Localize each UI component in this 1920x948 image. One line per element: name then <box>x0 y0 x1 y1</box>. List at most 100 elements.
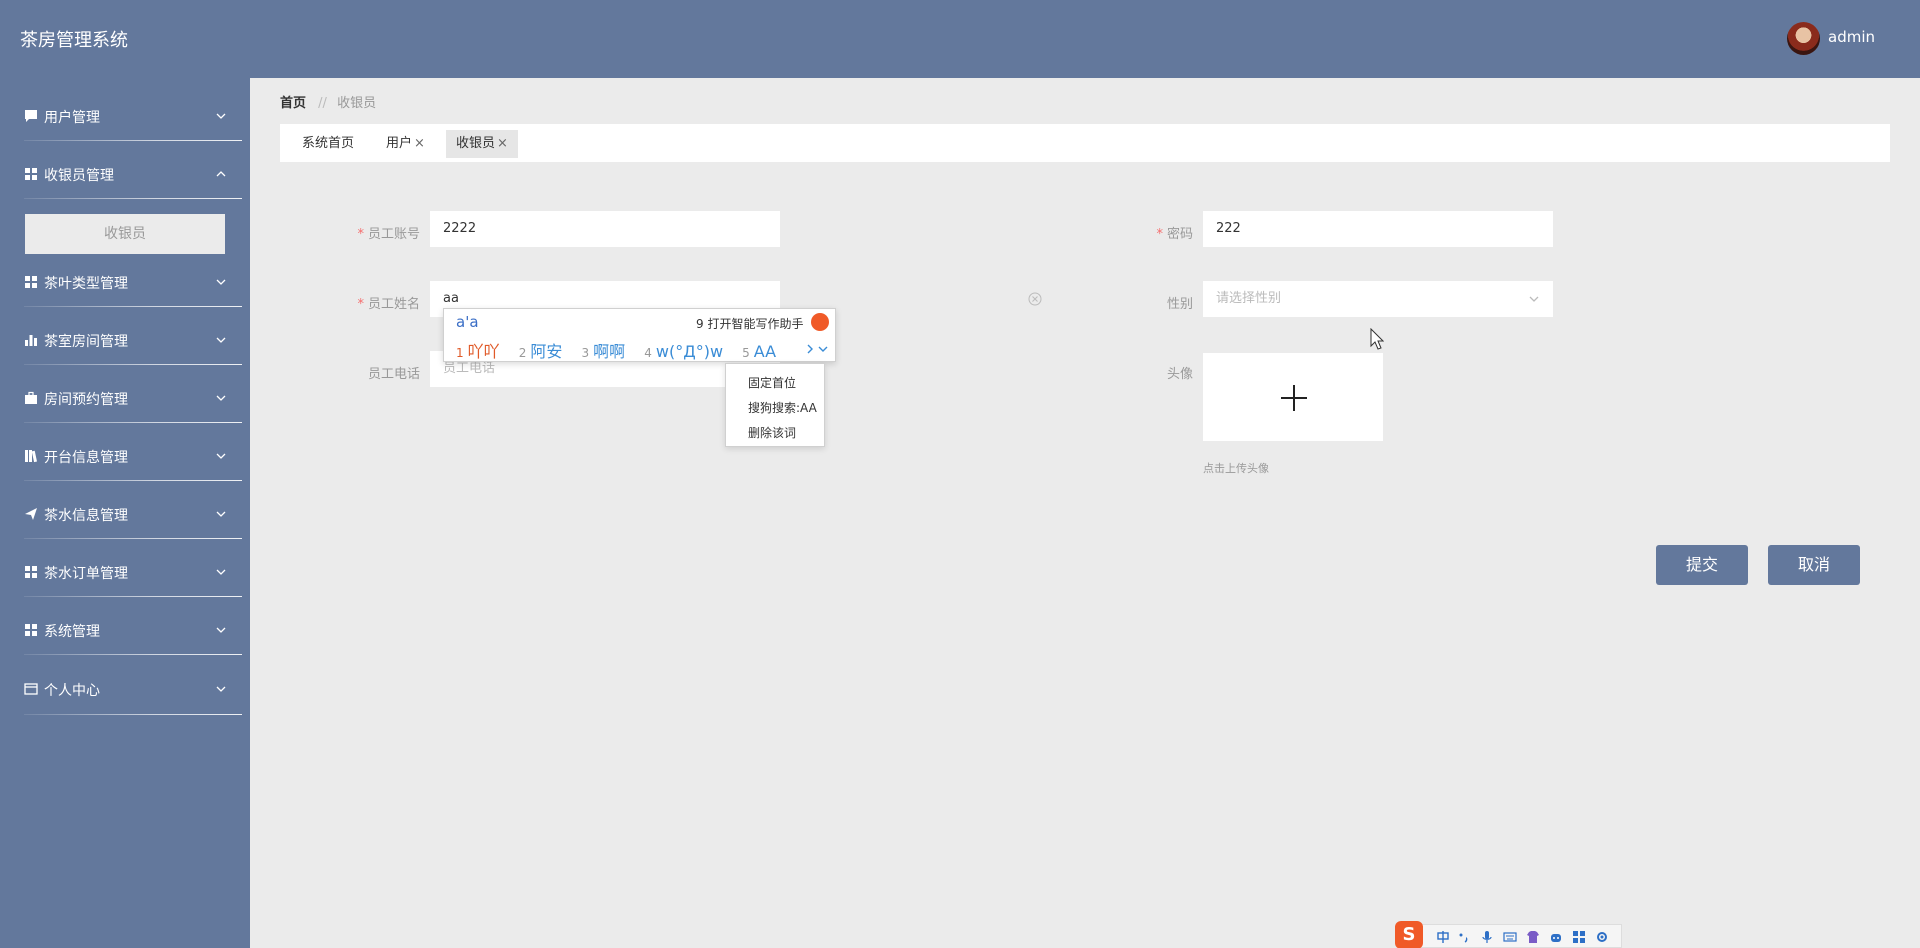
grid-icon <box>25 624 37 636</box>
divider <box>24 480 242 481</box>
books-icon <box>25 450 37 463</box>
close-icon[interactable]: × <box>414 136 425 151</box>
sidebar-item-label: 个人中心 <box>44 683 100 699</box>
divider <box>24 596 242 597</box>
briefcase-icon <box>25 391 37 404</box>
password-input[interactable]: 222 <box>1203 211 1553 247</box>
assistant-icon[interactable] <box>811 313 829 331</box>
ime-candidate[interactable]: 3 啊啊 <box>582 342 626 361</box>
top-header: 茶房管理系统 admin <box>0 0 1920 78</box>
keyboard-icon[interactable] <box>1503 930 1517 944</box>
chinese-mode-icon[interactable] <box>1436 930 1450 944</box>
sidebar-item-tea-type-management[interactable]: 茶叶类型管理 <box>0 262 250 302</box>
robot-icon[interactable] <box>1549 930 1563 944</box>
username[interactable]: admin <box>1828 28 1875 46</box>
sidebar-item-label: 茶室房间管理 <box>44 334 128 350</box>
chevron-down-icon <box>216 453 226 459</box>
microphone-icon[interactable] <box>1480 930 1494 944</box>
breadcrumb-separator: // <box>318 96 327 111</box>
divider <box>24 364 242 365</box>
sidebar-item-personal-center[interactable]: 个人中心 <box>0 669 250 709</box>
sidebar-item-tea-room-management[interactable]: 茶室房间管理 <box>0 320 250 360</box>
clear-icon[interactable] <box>1028 292 1042 306</box>
chevron-down-icon <box>216 113 226 119</box>
skin-icon[interactable] <box>1526 930 1540 944</box>
send-icon <box>25 508 37 520</box>
divider <box>24 422 242 423</box>
sidebar: 用户管理 收银员管理 收银员 茶叶类型管理 茶室房间管理 房间预约管理 开台信息… <box>0 78 250 948</box>
chevron-down-icon <box>216 686 226 692</box>
context-menu-item[interactable]: 搜狗搜索:AA <box>748 399 817 416</box>
avatar-upload[interactable] <box>1203 353 1383 441</box>
sidebar-item-table-info-management[interactable]: 开台信息管理 <box>0 436 250 476</box>
sidebar-item-system-management[interactable]: 系统管理 <box>0 610 250 650</box>
sidebar-item-user-management[interactable]: 用户管理 <box>0 96 250 136</box>
sidebar-subitem-cashier[interactable]: 收银员 <box>25 214 225 254</box>
plus-icon <box>1281 385 1307 411</box>
ime-candidate[interactable]: 5 AA <box>742 342 776 361</box>
grid-icon <box>25 566 37 578</box>
sidebar-item-cashier-management[interactable]: 收银员管理 <box>0 154 250 194</box>
sidebar-item-drink-info-management[interactable]: 茶水信息管理 <box>0 494 250 534</box>
ime-composition: a'a <box>456 313 479 331</box>
ime-candidate[interactable]: 1 吖吖 <box>456 342 500 361</box>
card-icon <box>24 683 38 695</box>
sidebar-item-label: 系统管理 <box>44 624 100 640</box>
grid-icon <box>25 276 37 288</box>
sidebar-item-label: 收银员管理 <box>44 168 114 184</box>
tab-user[interactable]: 用户 × <box>376 130 435 158</box>
phone-label: 员工电话 <box>367 367 420 382</box>
submit-button[interactable]: 提交 <box>1656 545 1748 585</box>
chevron-down-icon <box>216 627 226 633</box>
account-input[interactable]: 2222 <box>430 211 780 247</box>
chevron-down-icon <box>216 569 226 575</box>
punctuation-icon[interactable] <box>1457 930 1471 944</box>
sidebar-item-label: 茶水订单管理 <box>44 566 128 582</box>
ime-context-menu: 固定首位 搜狗搜索:AA 删除该词 <box>725 363 825 447</box>
password-label: * 密码 <box>1156 227 1193 242</box>
gender-select[interactable]: 请选择性别 <box>1203 281 1553 317</box>
toolbox-icon[interactable] <box>1572 930 1586 944</box>
tab-cashier[interactable]: 收银员 × <box>446 130 518 158</box>
sidebar-item-label: 用户管理 <box>44 110 100 126</box>
sidebar-item-label: 茶水信息管理 <box>44 508 128 524</box>
mouse-cursor-icon <box>1370 328 1384 350</box>
sidebar-item-drink-order-management[interactable]: 茶水订单管理 <box>0 552 250 592</box>
avatar-upload-hint: 点击上传头像 <box>1203 462 1269 475</box>
ime-assist-link[interactable]: 9 打开智能写作助手 <box>696 315 803 332</box>
chat-icon <box>25 110 37 122</box>
sidebar-item-label: 茶叶类型管理 <box>44 276 128 292</box>
chevron-down-icon <box>216 395 226 401</box>
ime-candidate[interactable]: 4 w(°Д°)w <box>644 342 723 361</box>
gear-icon[interactable] <box>1595 930 1609 944</box>
close-icon[interactable]: × <box>497 136 508 151</box>
ime-expand-icon[interactable] <box>804 341 830 357</box>
app-title: 茶房管理系统 <box>20 30 128 51</box>
ime-candidate-list: 1 吖吖 2 阿安 3 啊啊 4 w(°Д°)w 5 AA <box>456 338 790 362</box>
chevron-up-icon <box>216 171 226 177</box>
ime-candidate-window: a'a 9 打开智能写作助手 1 吖吖 2 阿安 3 啊啊 4 w(°Д°)w 5 AA <box>443 308 836 362</box>
ime-candidate[interactable]: 2 阿安 <box>519 342 563 361</box>
tab-label: 收银员 <box>456 136 496 151</box>
gender-label: 性别 <box>1166 297 1193 312</box>
sidebar-item-label: 开台信息管理 <box>44 450 128 466</box>
grid-icon <box>25 168 37 180</box>
tab-label: 用户 <box>386 136 413 151</box>
breadcrumb: 首页 // 收银员 <box>280 92 376 111</box>
user-avatar[interactable] <box>1787 22 1820 55</box>
context-menu-item[interactable]: 删除该词 <box>748 424 796 441</box>
ime-status-bar: S <box>1395 921 1622 948</box>
cancel-button[interactable]: 取消 <box>1768 545 1860 585</box>
sidebar-item-room-booking-management[interactable]: 房间预约管理 <box>0 378 250 418</box>
avatar-label: 头像 <box>1166 367 1193 382</box>
divider <box>24 714 242 715</box>
chevron-down-icon <box>216 279 226 285</box>
tab-system-home[interactable]: 系统首页 <box>292 130 364 158</box>
breadcrumb-home[interactable]: 首页 <box>280 96 306 111</box>
chevron-down-icon <box>1529 296 1539 302</box>
sogou-logo-icon[interactable]: S <box>1395 921 1423 948</box>
context-menu-item[interactable]: 固定首位 <box>748 374 796 391</box>
divider <box>24 306 242 307</box>
name-label: * 员工姓名 <box>357 297 420 312</box>
divider <box>24 538 242 539</box>
